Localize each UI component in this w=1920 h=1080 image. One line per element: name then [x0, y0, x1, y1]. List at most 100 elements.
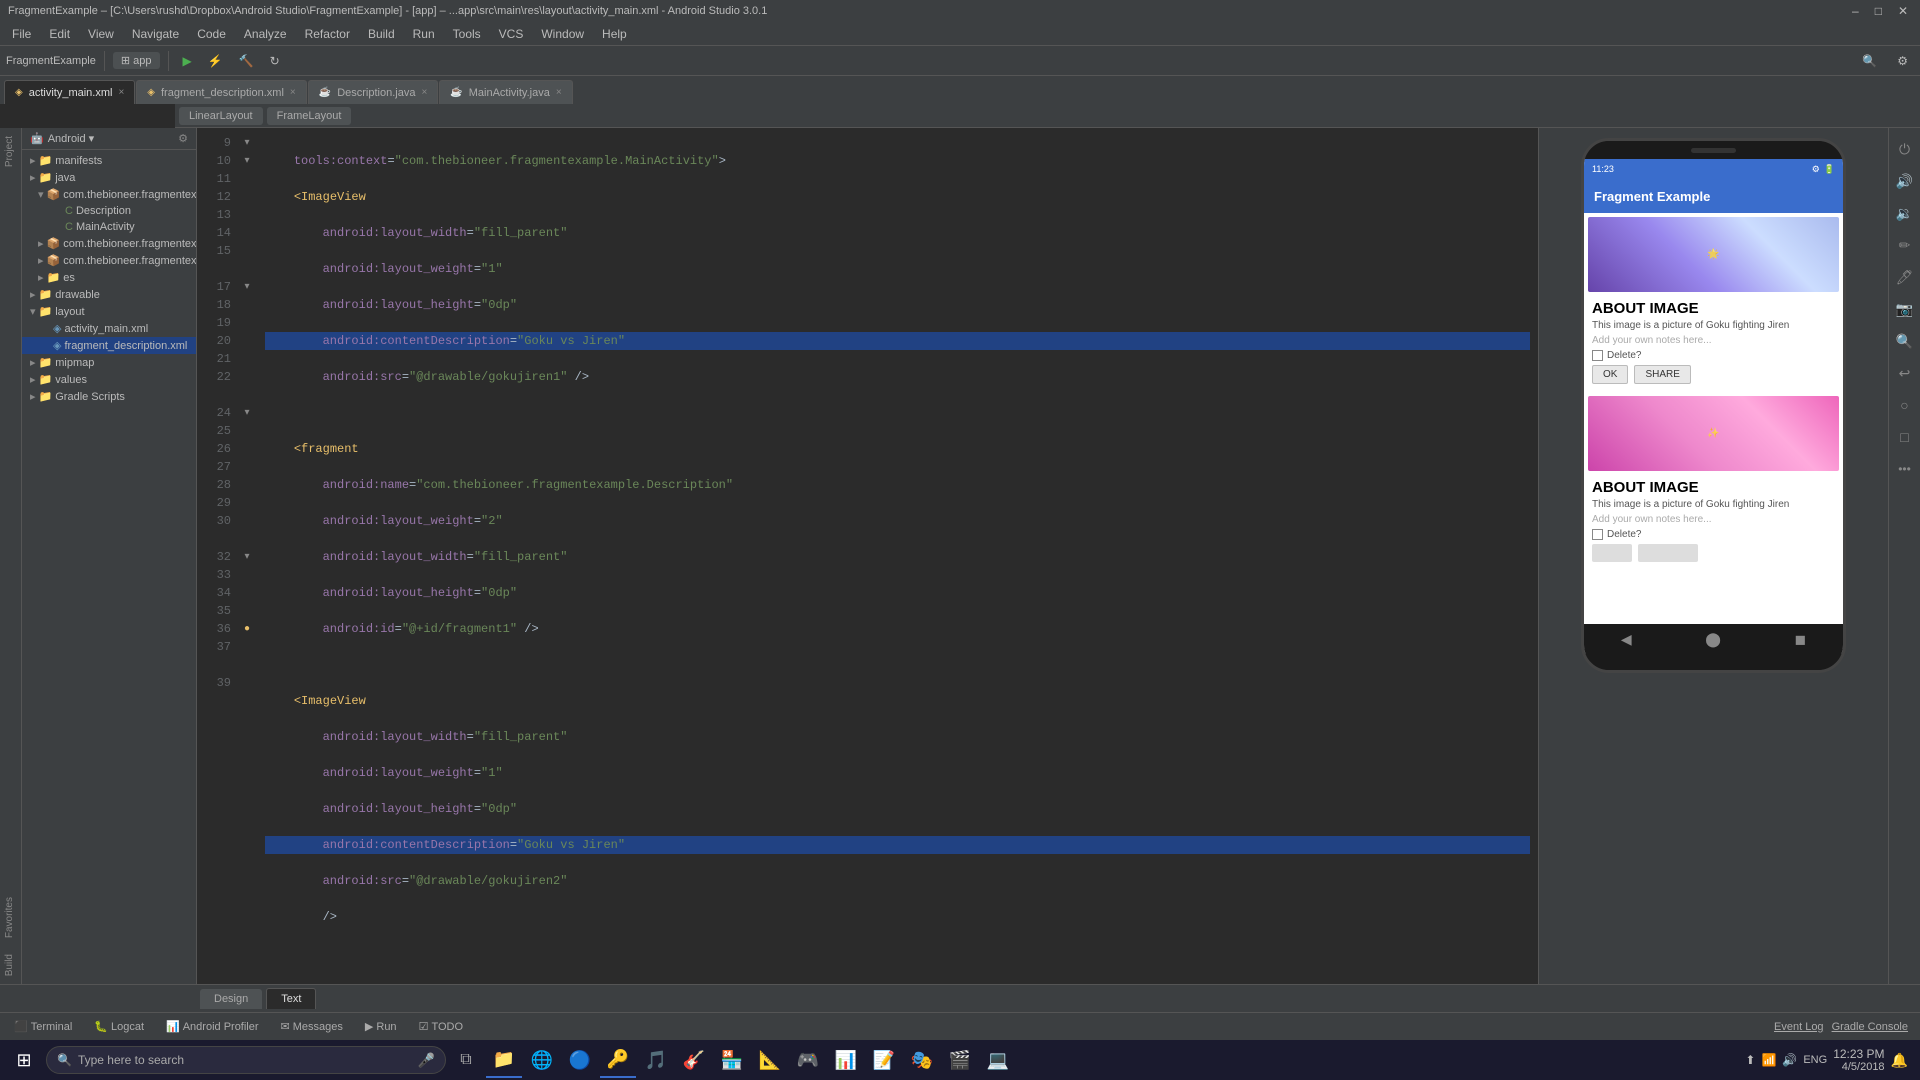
phone-share-button[interactable]: SHARE: [1634, 365, 1690, 384]
power-icon[interactable]: ⏻: [1892, 136, 1918, 162]
phone-checkbox-1[interactable]: [1592, 350, 1603, 361]
tree-item-mipmap[interactable]: ▸ 📁 mipmap: [22, 354, 196, 371]
menu-item-tools[interactable]: Tools: [445, 25, 489, 43]
tree-item-mainactivity[interactable]: C MainActivity: [22, 219, 196, 235]
taskbar-icon-blue[interactable]: 💻: [980, 1042, 1016, 1078]
taskbar-icon-chrome[interactable]: 🔵: [562, 1042, 598, 1078]
taskbar-icon-explorer[interactable]: 📁: [486, 1042, 522, 1078]
maximize-button[interactable]: □: [1871, 4, 1886, 18]
start-button[interactable]: ⊞: [4, 1040, 44, 1080]
circle-icon[interactable]: ○: [1892, 392, 1918, 418]
search-button[interactable]: 🔍: [1856, 52, 1883, 70]
tree-item-java[interactable]: ▸ 📁 java: [22, 169, 196, 186]
tab-close-icon-4[interactable]: ×: [556, 87, 562, 98]
layout-tab-linearlayout[interactable]: LinearLayout: [179, 107, 263, 125]
tree-item-manifests[interactable]: ▸ 📁 manifests: [22, 152, 196, 169]
debug-button[interactable]: ⚡: [202, 52, 229, 70]
menu-item-file[interactable]: File: [4, 25, 39, 43]
bottom-tab-todo[interactable]: ☑ TODO: [409, 1017, 473, 1036]
notification-icon[interactable]: 🔔: [1891, 1052, 1908, 1069]
menu-item-code[interactable]: Code: [189, 25, 234, 43]
menu-item-vcs[interactable]: VCS: [491, 25, 532, 43]
taskbar-icon-calc[interactable]: 📐: [752, 1042, 788, 1078]
tree-item-drawable[interactable]: ▸ 📁 drawable: [22, 286, 196, 303]
microphone-icon[interactable]: 🎤: [418, 1052, 435, 1069]
back-nav-icon[interactable]: ◀: [1621, 631, 1632, 648]
design-tab[interactable]: Design: [200, 989, 262, 1009]
tray-icon-1[interactable]: ⬆: [1745, 1053, 1755, 1067]
tab-activity-main-xml[interactable]: ◈ activity_main.xml ×: [4, 80, 135, 104]
taskbar-icon-android-studio[interactable]: 🔑: [600, 1042, 636, 1078]
volume-up-icon[interactable]: 🔊: [1892, 168, 1918, 194]
eraser-icon[interactable]: ✏: [1892, 232, 1918, 258]
tree-item-layout[interactable]: ▾ 📁 layout: [22, 303, 196, 320]
tab-description-java[interactable]: ☕ Description.java ×: [308, 80, 439, 104]
tab-close-icon-3[interactable]: ×: [421, 87, 427, 98]
text-tab[interactable]: Text: [266, 988, 316, 1009]
vert-tab-favorites[interactable]: Favorites: [0, 889, 21, 946]
taskbar-icon-premiere[interactable]: 🎬: [942, 1042, 978, 1078]
close-button[interactable]: ✕: [1894, 4, 1912, 18]
tree-item-fragment-description-xml[interactable]: ◈ fragment_description.xml: [22, 337, 196, 354]
tree-item-description[interactable]: C Description: [22, 203, 196, 219]
menu-item-run[interactable]: Run: [405, 25, 443, 43]
tree-item-gradle-scripts[interactable]: ▸ 📁 Gradle Scripts: [22, 388, 196, 405]
gradle-console-link[interactable]: Gradle Console: [1832, 1021, 1908, 1033]
tab-close-icon-2[interactable]: ×: [290, 87, 296, 98]
tray-icon-3[interactable]: 🔊: [1782, 1053, 1797, 1067]
bottom-tab-terminal[interactable]: ⬛ Terminal: [4, 1017, 82, 1036]
tree-item-values[interactable]: ▸ 📁 values: [22, 371, 196, 388]
menu-item-window[interactable]: Window: [533, 25, 592, 43]
camera-icon[interactable]: 📷: [1892, 296, 1918, 322]
menu-item-help[interactable]: Help: [594, 25, 635, 43]
phone-checkbox-2[interactable]: [1592, 529, 1603, 540]
tree-item-package-1[interactable]: ▾ 📦 com.thebioneer.fragmentex...: [22, 186, 196, 203]
vert-tab-project[interactable]: Project: [0, 128, 21, 175]
sync-button[interactable]: ↻: [264, 52, 286, 70]
taskbar-icon-music[interactable]: 🎵: [638, 1042, 674, 1078]
taskbar-search-bar[interactable]: 🔍 Type here to search 🎤: [46, 1046, 446, 1074]
taskbar-icon-store[interactable]: 🏪: [714, 1042, 750, 1078]
vert-tab-build[interactable]: Build: [0, 946, 21, 984]
tree-item-activity-main-xml[interactable]: ◈ activity_main.xml: [22, 320, 196, 337]
run-button[interactable]: ▶: [177, 52, 198, 70]
phone-ok-button[interactable]: OK: [1592, 365, 1628, 384]
tree-item-package-3[interactable]: ▸ 📦 com.thebioneer.fragmentex...: [22, 252, 196, 269]
volume-down-icon[interactable]: 🔉: [1892, 200, 1918, 226]
tab-mainactivity-java[interactable]: ☕ MainActivity.java ×: [439, 80, 572, 104]
taskbar-icon-word[interactable]: 📝: [866, 1042, 902, 1078]
layout-tab-framelayout[interactable]: FrameLayout: [267, 107, 352, 125]
event-log-link[interactable]: Event Log: [1774, 1021, 1824, 1033]
taskbar-icon-spotify[interactable]: 🎸: [676, 1042, 712, 1078]
bottom-tab-logcat[interactable]: 🐛 Logcat: [84, 1017, 154, 1036]
undo-icon[interactable]: ↩: [1892, 360, 1918, 386]
tray-icon-en[interactable]: ENG: [1803, 1054, 1827, 1066]
bottom-tab-messages[interactable]: ✉ Messages: [271, 1017, 353, 1036]
settings-button[interactable]: ⚙: [1891, 52, 1914, 70]
menu-item-edit[interactable]: Edit: [41, 25, 78, 43]
menu-item-refactor[interactable]: Refactor: [297, 25, 358, 43]
taskbar-icon-edge[interactable]: 🌐: [524, 1042, 560, 1078]
taskbar-icon-steam[interactable]: 🎮: [790, 1042, 826, 1078]
tree-item-es[interactable]: ▸ 📁 es: [22, 269, 196, 286]
tree-item-package-2[interactable]: ▸ 📦 com.thebioneer.fragmentex...: [22, 235, 196, 252]
recents-nav-icon[interactable]: ◼: [1795, 631, 1807, 648]
zoom-in-icon[interactable]: 🔍: [1892, 328, 1918, 354]
menu-item-navigate[interactable]: Navigate: [124, 25, 187, 43]
tray-icon-2[interactable]: 📶: [1761, 1053, 1776, 1067]
menu-item-analyze[interactable]: Analyze: [236, 25, 295, 43]
gear-icon[interactable]: ⚙: [178, 132, 188, 145]
minimize-button[interactable]: –: [1848, 4, 1863, 18]
menu-item-view[interactable]: View: [80, 25, 122, 43]
build-button[interactable]: 🔨: [233, 52, 260, 70]
phone-content-area[interactable]: 🌟 ABOUT IMAGE This image is a picture of…: [1584, 213, 1843, 624]
tab-fragment-description-xml[interactable]: ◈ fragment_description.xml ×: [136, 80, 306, 104]
bottom-tab-run[interactable]: ▶ Run: [355, 1017, 407, 1036]
taskview-button[interactable]: ⧉: [448, 1042, 484, 1078]
pen-icon[interactable]: 🖊: [1892, 264, 1918, 290]
square-icon[interactable]: □: [1892, 424, 1918, 450]
code-text-area[interactable]: tools:context="com.thebioneer.fragmentex…: [257, 128, 1538, 984]
menu-item-build[interactable]: Build: [360, 25, 403, 43]
home-nav-icon[interactable]: ⬤: [1705, 631, 1721, 648]
taskbar-icon-excel[interactable]: 📊: [828, 1042, 864, 1078]
